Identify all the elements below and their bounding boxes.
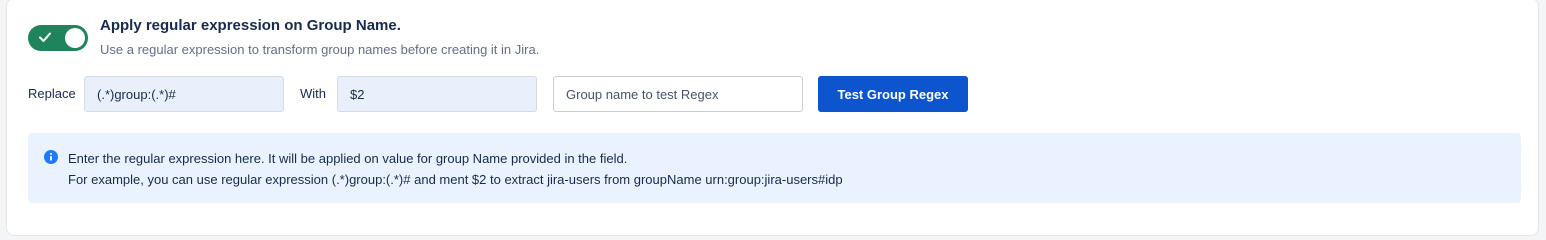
toggle-knob xyxy=(65,28,85,48)
info-text-line-2: For example, you can use regular express… xyxy=(68,172,843,187)
replacement-input[interactable] xyxy=(337,76,537,112)
section-description: Use a regular expression to transform gr… xyxy=(100,42,540,57)
info-text-line-1: Enter the regular expression here. It wi… xyxy=(68,151,628,166)
check-icon xyxy=(39,32,51,42)
replace-regex-input[interactable] xyxy=(84,76,284,112)
with-label: With xyxy=(300,86,326,101)
replace-label: Replace xyxy=(28,86,76,101)
section-title: Apply regular expression on Group Name. xyxy=(100,17,401,34)
test-group-regex-button[interactable]: Test Group Regex xyxy=(818,76,968,112)
info-message: Enter the regular expression here. It wi… xyxy=(28,133,1521,203)
regex-settings-panel: Apply regular expression on Group Name. … xyxy=(6,0,1539,236)
apply-regex-toggle[interactable] xyxy=(28,25,88,51)
test-group-name-input[interactable] xyxy=(553,76,803,112)
info-icon xyxy=(44,150,58,164)
